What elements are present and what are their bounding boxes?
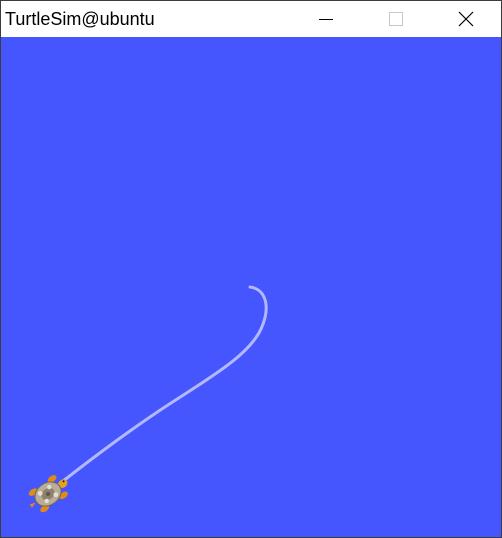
window-title: TurtleSim@ubuntu [5,9,155,29]
minimize-icon [319,19,333,20]
close-button[interactable] [443,1,489,37]
canvas-drawing [28,285,268,513]
turtlesim-window: TurtleSim@ubuntu [0,0,502,538]
pen-trail [51,285,268,491]
minimize-button[interactable] [303,1,349,37]
turtlesim-canvas [1,37,501,537]
maximize-icon [389,12,403,26]
maximize-button[interactable] [373,1,419,37]
title-bar[interactable]: TurtleSim@ubuntu [1,1,501,37]
close-icon [458,11,474,27]
